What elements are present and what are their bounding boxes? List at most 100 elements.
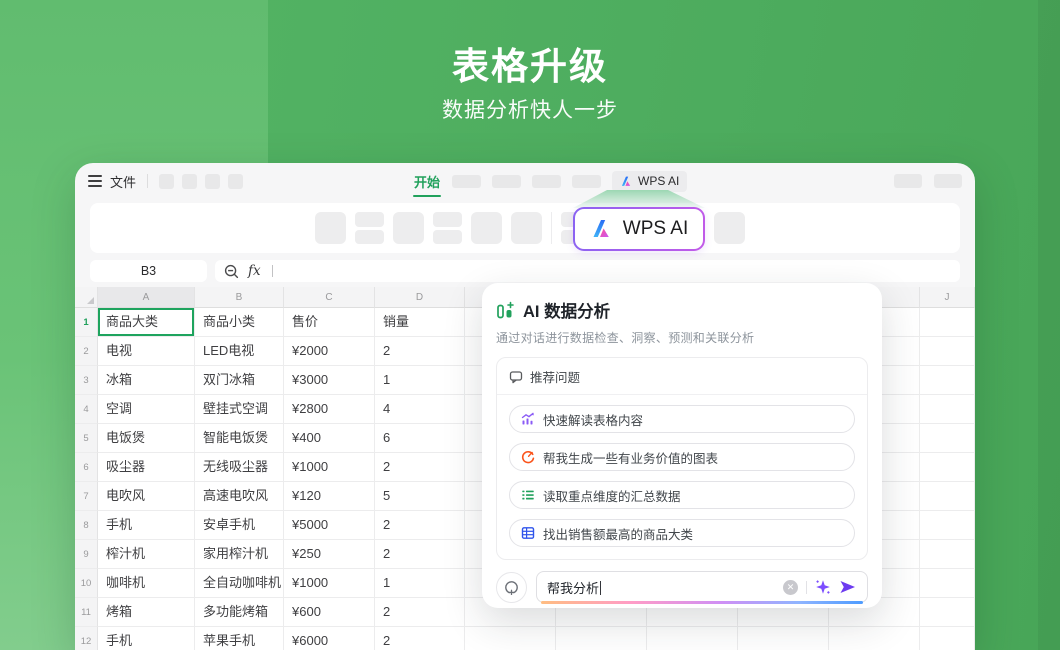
cell-C10[interactable]: ¥1000 — [284, 569, 375, 598]
cell-A5[interactable]: 电饭煲 — [98, 424, 195, 453]
cell-C7[interactable]: ¥120 — [284, 482, 375, 511]
cell-D10[interactable]: 1 — [375, 569, 465, 598]
suggestion-summary-data[interactable]: 读取重点维度的汇总数据 — [509, 481, 855, 509]
cell-C6[interactable]: ¥1000 — [284, 453, 375, 482]
cell-D3[interactable]: 1 — [375, 366, 465, 395]
cell-J10[interactable] — [920, 569, 975, 598]
cell-J8[interactable] — [920, 511, 975, 540]
file-menu[interactable]: 文件 — [110, 172, 136, 191]
sparkle-icon[interactable] — [815, 579, 831, 595]
cell-A8[interactable]: 手机 — [98, 511, 195, 540]
cell-A3[interactable]: 冰箱 — [98, 366, 195, 395]
cell-D2[interactable]: 2 — [375, 337, 465, 366]
cell-C3[interactable]: ¥3000 — [284, 366, 375, 395]
row-header-1[interactable]: 1 — [75, 308, 98, 337]
cell-B1[interactable]: 商品小类 — [195, 308, 284, 337]
cell-D5[interactable]: 6 — [375, 424, 465, 453]
cell-A7[interactable]: 电吹风 — [98, 482, 195, 511]
zoom-out-icon[interactable] — [224, 264, 239, 279]
cell-D12[interactable]: 2 — [375, 627, 465, 650]
cell-J1[interactable] — [920, 308, 975, 337]
cell-C11[interactable]: ¥600 — [284, 598, 375, 627]
cell-B8[interactable]: 安卓手机 — [195, 511, 284, 540]
cell-C4[interactable]: ¥2800 — [284, 395, 375, 424]
cell-name-box[interactable]: B3 — [90, 260, 207, 282]
cell-E12[interactable] — [465, 627, 556, 650]
cell-J3[interactable] — [920, 366, 975, 395]
wps-ai-button[interactable]: WPS AI — [573, 207, 705, 251]
suggestion-generate-charts[interactable]: 帮我生成一些有业务价值的图表 — [509, 443, 855, 471]
cell-B4[interactable]: 壁挂式空调 — [195, 395, 284, 424]
cell-J7[interactable] — [920, 482, 975, 511]
cell-B7[interactable]: 高速电吹风 — [195, 482, 284, 511]
cell-D1[interactable]: 销量 — [375, 308, 465, 337]
cell-B9[interactable]: 家用榨汁机 — [195, 540, 284, 569]
cell-D8[interactable]: 2 — [375, 511, 465, 540]
cell-C1[interactable]: 售价 — [284, 308, 375, 337]
row-header-7[interactable]: 7 — [75, 482, 98, 511]
cell-A6[interactable]: 吸尘器 — [98, 453, 195, 482]
cell-A11[interactable]: 烤箱 — [98, 598, 195, 627]
cell-B5[interactable]: 智能电饭煲 — [195, 424, 284, 453]
row-header-4[interactable]: 4 — [75, 395, 98, 424]
cell-C9[interactable]: ¥250 — [284, 540, 375, 569]
select-all-corner[interactable] — [75, 287, 98, 308]
tab-wps-ai[interactable]: WPS AI — [612, 171, 687, 192]
cell-B2[interactable]: LED电视 — [195, 337, 284, 366]
row-header-5[interactable]: 5 — [75, 424, 98, 453]
cell-D11[interactable]: 2 — [375, 598, 465, 627]
cell-A9[interactable]: 榨汁机 — [98, 540, 195, 569]
suggestion-top-category[interactable]: 找出销售额最高的商品大类 — [509, 519, 855, 547]
cell-G12[interactable] — [647, 627, 738, 650]
formula-input[interactable]: fx — [215, 260, 960, 282]
cell-C8[interactable]: ¥5000 — [284, 511, 375, 540]
cell-J2[interactable] — [920, 337, 975, 366]
cell-D7[interactable]: 5 — [375, 482, 465, 511]
cell-C2[interactable]: ¥2000 — [284, 337, 375, 366]
cell-A1[interactable]: 商品大类 — [98, 308, 195, 337]
cell-C5[interactable]: ¥400 — [284, 424, 375, 453]
column-header-A[interactable]: A — [98, 287, 195, 308]
row-header-12[interactable]: 12 — [75, 627, 98, 650]
cell-A4[interactable]: 空调 — [98, 395, 195, 424]
send-icon[interactable] — [839, 579, 857, 595]
cell-B11[interactable]: 多功能烤箱 — [195, 598, 284, 627]
cell-B12[interactable]: 苹果手机 — [195, 627, 284, 650]
cell-J9[interactable] — [920, 540, 975, 569]
row-header-11[interactable]: 11 — [75, 598, 98, 627]
cell-J5[interactable] — [920, 424, 975, 453]
hamburger-icon[interactable] — [88, 175, 102, 186]
cell-J4[interactable] — [920, 395, 975, 424]
cell-J6[interactable] — [920, 453, 975, 482]
row-header-6[interactable]: 6 — [75, 453, 98, 482]
fx-icon[interactable]: fx — [248, 263, 261, 279]
cell-J11[interactable] — [920, 598, 975, 627]
column-header-J[interactable]: J — [920, 287, 975, 308]
column-header-B[interactable]: B — [195, 287, 284, 308]
cell-D6[interactable]: 2 — [375, 453, 465, 482]
cell-A2[interactable]: 电视 — [98, 337, 195, 366]
cell-B6[interactable]: 无线吸尘器 — [195, 453, 284, 482]
column-header-D[interactable]: D — [375, 287, 465, 308]
cell-D9[interactable]: 2 — [375, 540, 465, 569]
cell-J12[interactable] — [920, 627, 975, 650]
cell-B10[interactable]: 全自动咖啡机 — [195, 569, 284, 598]
row-header-9[interactable]: 9 — [75, 540, 98, 569]
cell-I12[interactable] — [829, 627, 920, 650]
row-header-2[interactable]: 2 — [75, 337, 98, 366]
ai-prompt-input[interactable]: 帮我分析 ✕ — [536, 571, 868, 603]
tab-home[interactable]: 开始 — [413, 172, 441, 191]
new-conversation-button[interactable] — [496, 572, 527, 603]
suggestion-quick-read[interactable]: 快速解读表格内容 — [509, 405, 855, 433]
cell-H12[interactable] — [738, 627, 829, 650]
row-header-3[interactable]: 3 — [75, 366, 98, 395]
cell-A10[interactable]: 咖啡机 — [98, 569, 195, 598]
cell-D4[interactable]: 4 — [375, 395, 465, 424]
cell-B3[interactable]: 双门冰箱 — [195, 366, 284, 395]
cell-A12[interactable]: 手机 — [98, 627, 195, 650]
cell-F12[interactable] — [556, 627, 647, 650]
column-header-C[interactable]: C — [284, 287, 375, 308]
row-header-8[interactable]: 8 — [75, 511, 98, 540]
clear-input-icon[interactable]: ✕ — [783, 580, 798, 595]
cell-C12[interactable]: ¥6000 — [284, 627, 375, 650]
